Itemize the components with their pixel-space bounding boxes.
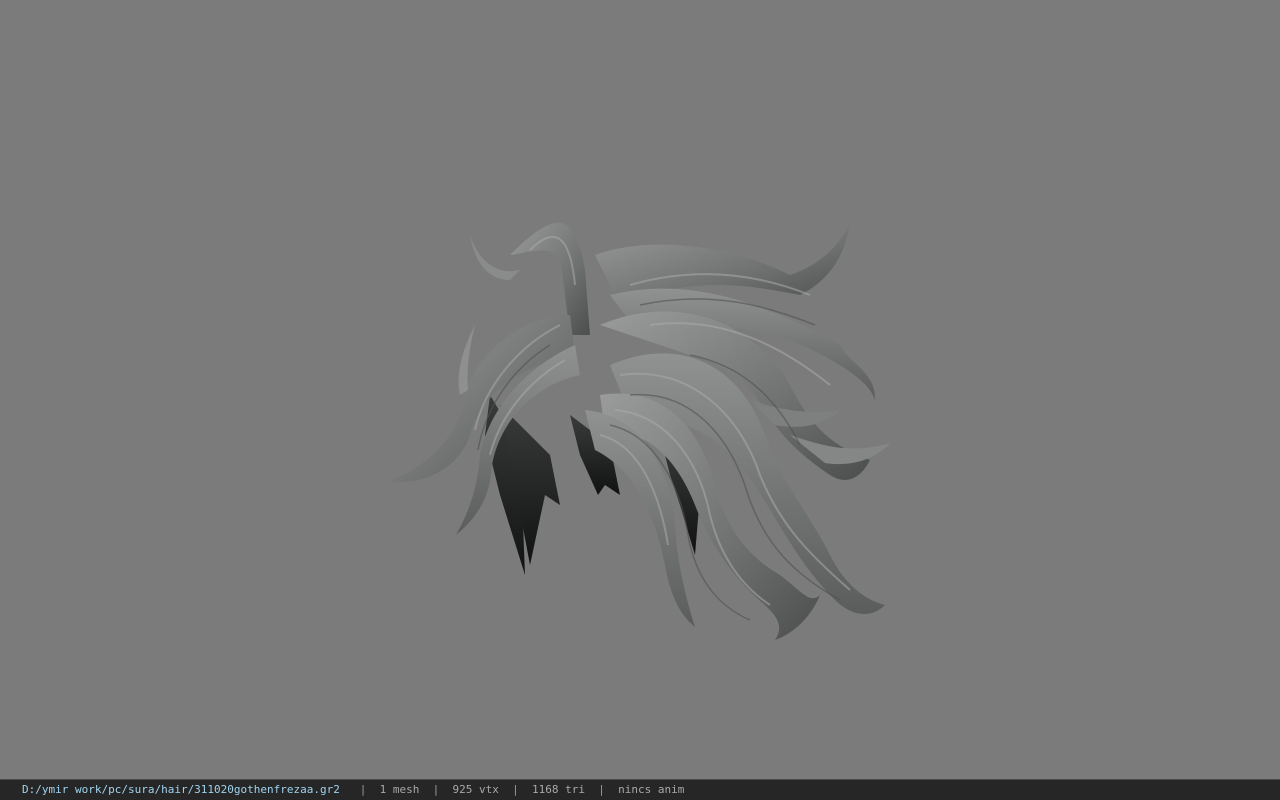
hair-model[interactable]: [370, 195, 930, 655]
separator: |: [598, 783, 605, 796]
separator: |: [512, 783, 519, 796]
vertex-count: 925 vtx: [452, 783, 499, 796]
mesh-count: 1 mesh: [379, 783, 420, 796]
3d-viewport[interactable]: [0, 0, 1280, 779]
separator: |: [432, 783, 440, 796]
animation-status: nincs anim: [618, 783, 685, 796]
status-bar: D:/ymir work/pc/sura/hair/311020gothenfr…: [0, 779, 1280, 800]
triangle-count: 1168 tri: [532, 783, 585, 796]
strand: [470, 235, 520, 280]
separator: |: [359, 783, 367, 796]
file-path: D:/ymir work/pc/sura/hair/311020gothenfr…: [22, 783, 340, 796]
